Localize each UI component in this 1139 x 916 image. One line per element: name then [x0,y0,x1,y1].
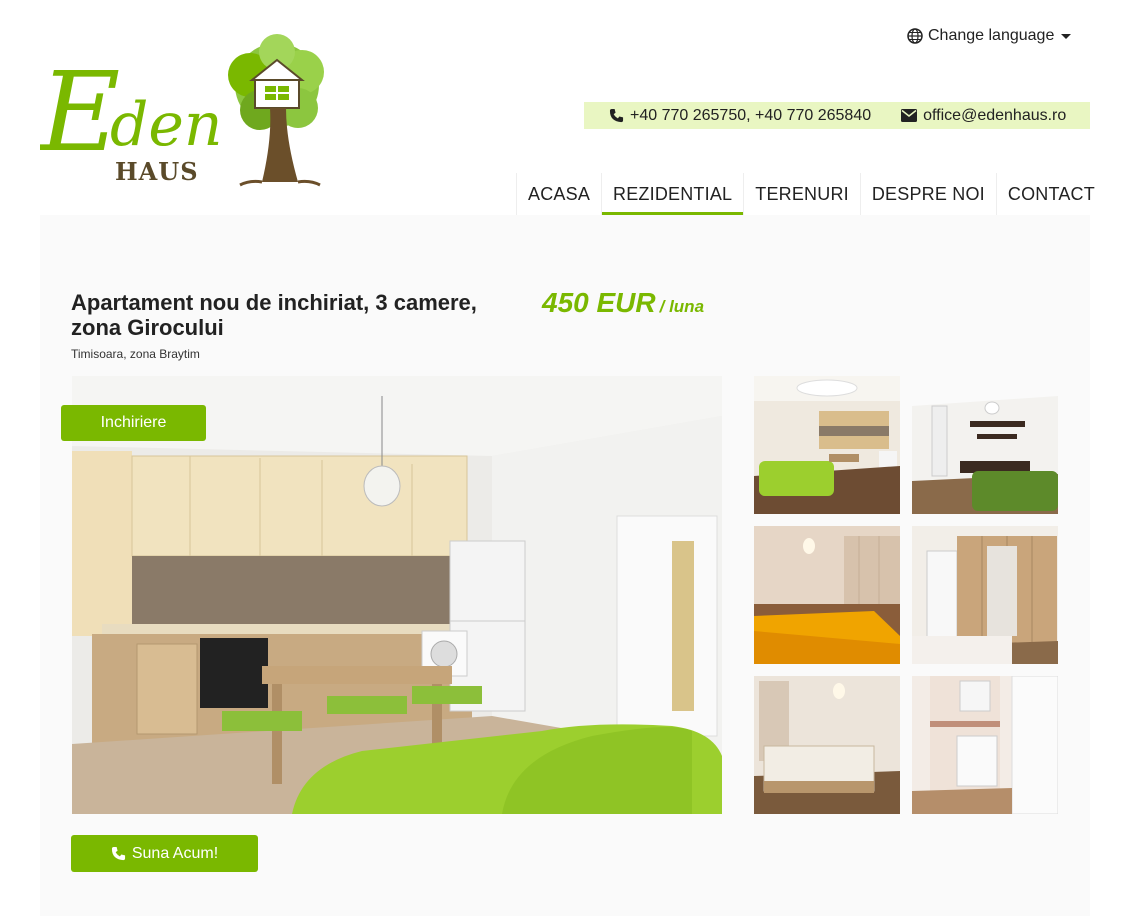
price-period: / luna [659,297,705,316]
nav-item-contact[interactable]: CONTACT [995,173,1106,215]
thumbnail-living-area[interactable] [912,376,1058,514]
thumbnail-bedroom-wardrobe[interactable] [912,526,1058,664]
globe-icon [907,28,923,44]
email-link[interactable]: office@edenhaus.ro [901,107,1066,125]
main-nav: ACASA REZIDENTIAL TERENURI DESPRE NOI CO… [516,173,1106,215]
envelope-icon [901,109,918,122]
nav-item-terenuri[interactable]: TERENURI [743,173,860,215]
email-text: office@edenhaus.ro [923,106,1067,124]
listing-location: Timisoara, zona Braytim [71,347,200,361]
nav-item-despre-noi[interactable]: DESPRE NOI [859,173,996,215]
listing-type-badge: Inchiriere [61,405,206,441]
call-now-label: Suna Acum! [131,844,219,862]
svg-text:HAUS: HAUS [115,157,199,186]
nav-item-acasa[interactable]: ACASA [516,173,601,215]
logo-eden-text: E [40,48,120,176]
listing-title: Apartament nou de inchiriat, 3 camere, z… [71,290,477,340]
phone-link[interactable]: +40 770 265750, +40 770 265840 [609,107,871,125]
contact-bar: +40 770 265750, +40 770 265840 office@ed… [584,102,1090,129]
nav-item-rezidential[interactable]: REZIDENTIAL [601,173,744,215]
phone-icon [609,108,624,123]
tree-logo-icon [228,34,324,187]
change-language-dropdown[interactable]: Change language [907,27,1072,45]
thumbnail-bedroom-orange[interactable] [754,526,900,664]
phone-icon [111,846,125,861]
thumbnail-bedroom-bed[interactable] [754,676,900,814]
logo[interactable]: E den HAUS [38,30,340,190]
main-listing-photo[interactable] [72,376,722,814]
phone-text: +40 770 265750, +40 770 265840 [630,106,872,124]
thumbnail-bathroom[interactable] [912,676,1058,814]
change-language-label: Change language [928,27,1055,44]
price-amount: 450 EUR [542,287,656,318]
listing-price: 450 EUR / luna [542,287,704,319]
call-now-button[interactable]: Suna Acum! [71,835,258,872]
caret-down-icon [1061,33,1072,39]
svg-text:den: den [110,90,223,160]
thumbnail-living-room[interactable] [754,376,900,514]
